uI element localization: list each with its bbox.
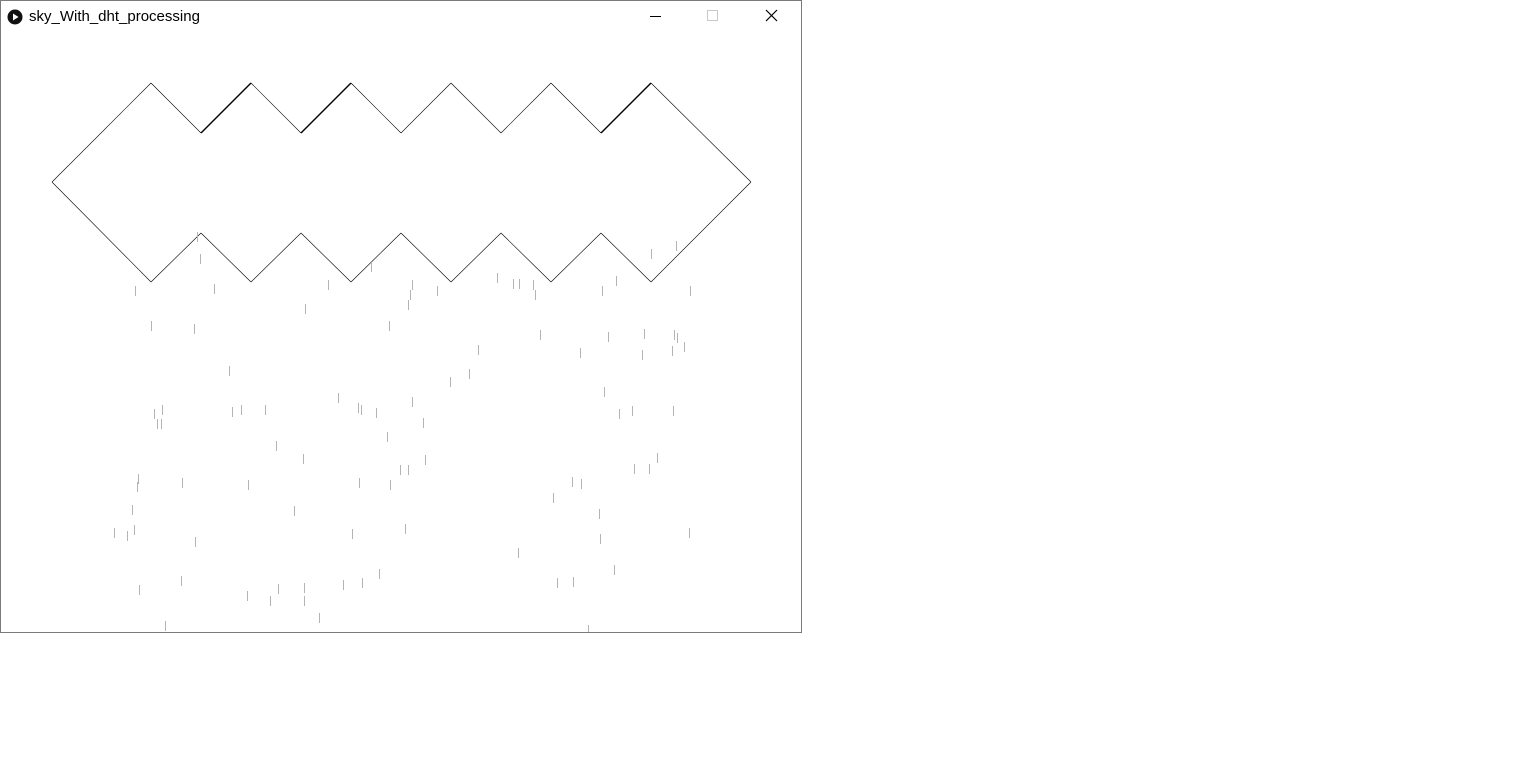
minimize-button[interactable]: [626, 1, 684, 32]
cloud-edge: [400, 232, 452, 283]
cloud-edge: [200, 232, 252, 283]
cloud-edge: [450, 232, 502, 283]
cloud-edge: [600, 232, 652, 283]
window-title: sky_With_dht_processing: [29, 8, 200, 25]
close-button[interactable]: [742, 1, 800, 32]
cloud-edge: [500, 232, 552, 283]
cloud-edge: [150, 82, 202, 134]
cloud-edge: [150, 232, 202, 283]
sky-drawing: [51, 82, 752, 632]
cloud-edge: [200, 82, 252, 134]
cloud-edge: [250, 232, 302, 283]
cloud-edge: [650, 82, 752, 183]
minimize-icon: [650, 16, 661, 17]
cloud-edge: [450, 82, 502, 134]
sketch-canvas: [1, 32, 801, 632]
cloud-edge: [350, 82, 402, 134]
maximize-icon: [707, 10, 718, 21]
processing-run-icon: [7, 9, 23, 25]
title-bar[interactable]: sky_With_dht_processing: [1, 1, 801, 32]
cloud-edge: [51, 181, 152, 283]
cloud-edge: [400, 82, 452, 134]
maximize-button[interactable]: [684, 1, 742, 32]
cloud-edge: [51, 82, 152, 183]
cloud-edge: [550, 232, 602, 283]
cloud-edge: [250, 82, 302, 134]
cloud-edge: [550, 82, 602, 134]
sketch-window: sky_With_dht_processing: [0, 0, 802, 633]
cloud-edge: [600, 82, 652, 134]
close-icon: [765, 9, 778, 22]
cloud-edge: [350, 232, 402, 283]
cloud-outline: [51, 82, 752, 283]
cloud-edge: [300, 232, 352, 283]
cloud-edge: [300, 82, 352, 134]
cloud-edge: [650, 181, 752, 283]
cloud-edge: [500, 82, 552, 134]
rain-drops: [114, 232, 691, 632]
